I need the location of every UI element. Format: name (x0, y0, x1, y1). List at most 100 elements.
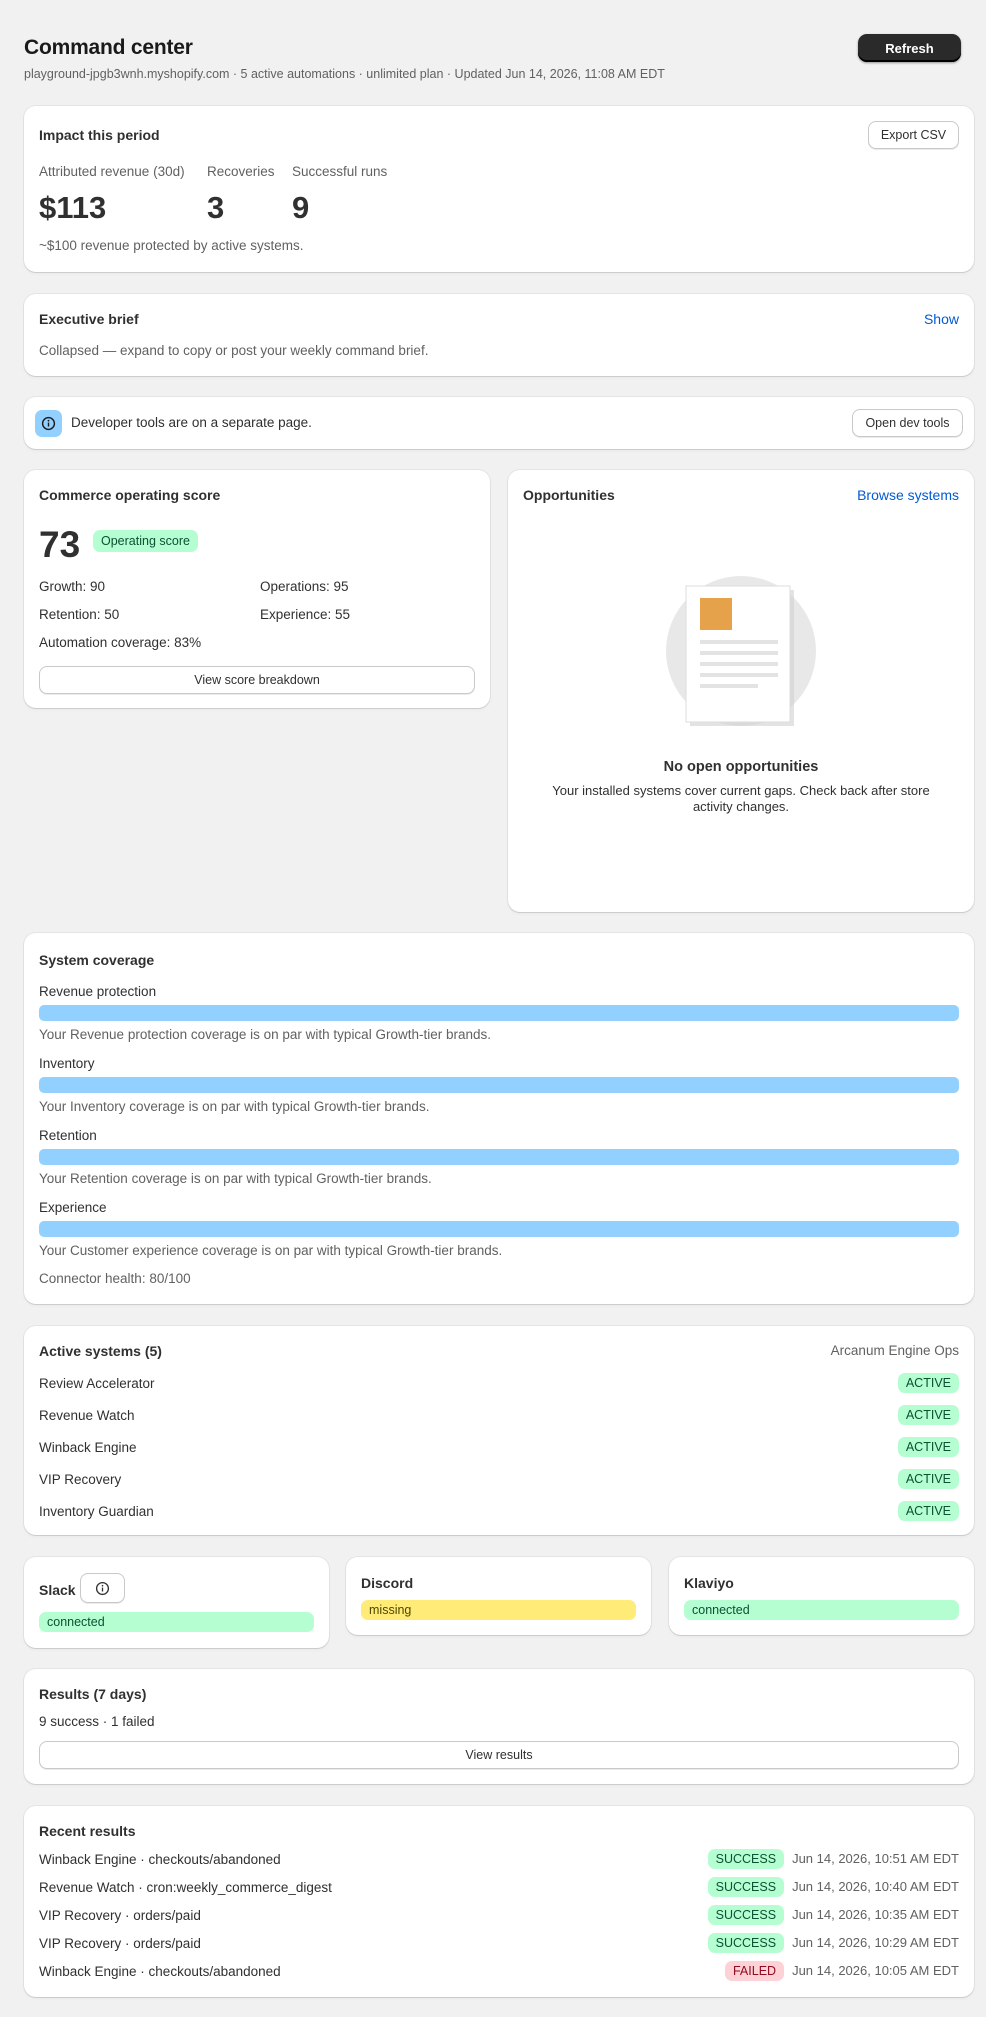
metric-value: 3 (207, 190, 225, 226)
system-name: Inventory Guardian (39, 1504, 154, 1519)
coverage-note: Your Customer experience coverage is on … (39, 1243, 503, 1258)
connector-status: missing (361, 1600, 636, 1620)
status-badge: ACTIVE (897, 1501, 959, 1521)
result-time: Jun 14, 2026, 10:35 AM EDT (792, 1907, 959, 1923)
result-time: Jun 14, 2026, 10:29 AM EDT (792, 1935, 959, 1951)
result-name: Winback Engine · checkouts/abandoned (39, 1964, 281, 1979)
system-name: Review Accelerator (39, 1376, 155, 1391)
connector-name: Slack (39, 1582, 76, 1598)
results-title: Results (7 days) (39, 1686, 147, 1702)
metric-recoveries: Recoveries 3 (207, 163, 275, 229)
result-name: Revenue Watch · cron:weekly_commerce_dig… (39, 1880, 332, 1895)
connector-card-klaviyo: Klaviyo connected (669, 1557, 974, 1635)
status-badge: SUCCESS (707, 1849, 785, 1869)
coverage-bar-fill (39, 1077, 959, 1093)
page-header: Command center playground-jpgb3wnh.mysho… (24, 34, 976, 84)
system-name: Winback Engine (39, 1440, 137, 1455)
coverage-bar-fill (39, 1149, 959, 1165)
result-meta: SUCCESS Jun 14, 2026, 10:35 AM EDT (707, 1905, 959, 1925)
coverage-note: Your Revenue protection coverage is on p… (39, 1027, 491, 1042)
result-meta: SUCCESS Jun 14, 2026, 10:40 AM EDT (707, 1877, 959, 1897)
active-systems-title: Active systems (5) (39, 1343, 162, 1359)
results-card: Results (7 days) 9 success · 1 failed Vi… (24, 1669, 974, 1784)
status-badge: ACTIVE (897, 1437, 959, 1457)
devtools-banner: Developer tools are on a separate page. … (24, 397, 974, 449)
status-badge: SUCCESS (707, 1933, 785, 1953)
status-badge: ACTIVE (897, 1469, 959, 1489)
result-time: Jun 14, 2026, 10:40 AM EDT (792, 1879, 959, 1895)
brief-text: Collapsed — expand to copy or post your … (39, 343, 429, 358)
connector-status: connected (39, 1612, 314, 1632)
status-badge: ACTIVE (897, 1373, 959, 1393)
coverage-bar-fill (39, 1005, 959, 1021)
coverage-bar (39, 1221, 959, 1237)
impact-note: ~$100 revenue protected by active system… (39, 238, 304, 253)
view-score-breakdown-button[interactable]: View score breakdown (39, 666, 475, 694)
operating-score-card: Commerce operating score 73 Operating sc… (24, 470, 490, 708)
result-time: Jun 14, 2026, 10:51 AM EDT (792, 1851, 959, 1867)
result-meta: SUCCESS Jun 14, 2026, 10:51 AM EDT (707, 1849, 959, 1869)
command-center-page: Command center playground-jpgb3wnh.mysho… (0, 0, 986, 2017)
view-results-button[interactable]: View results (39, 1741, 959, 1769)
empty-state-title: No open opportunities (663, 759, 819, 775)
metric-revenue: Attributed revenue (30d) $113 (39, 163, 185, 229)
impact-title: Impact this period (39, 127, 160, 143)
score-experience: Experience: 55 (260, 607, 351, 622)
metric-value: 9 (292, 190, 310, 226)
automation-coverage: Automation coverage: 83% (39, 635, 202, 650)
empty-state-text: Your installed systems cover current gap… (552, 783, 930, 815)
connector-status: connected (684, 1600, 959, 1620)
score-retention: Retention: 50 (39, 607, 120, 622)
executive-brief-card: Executive brief Show Collapsed — expand … (24, 294, 974, 376)
score-badge: Operating score (93, 530, 198, 552)
status-badge: SUCCESS (707, 1877, 785, 1897)
results-summary: 9 success · 1 failed (39, 1714, 155, 1729)
browse-systems-link[interactable]: Browse systems (857, 486, 959, 505)
recent-results-title: Recent results (39, 1823, 136, 1839)
connector-name: Klaviyo (684, 1575, 734, 1591)
metric-label: Successful runs (292, 164, 388, 179)
brief-show-link[interactable]: Show (924, 310, 959, 329)
opportunities-card: Opportunities Browse systems No open opp… (508, 470, 974, 912)
open-dev-tools-button[interactable]: Open dev tools (852, 409, 963, 437)
status-badge: ACTIVE (897, 1405, 959, 1425)
result-name: Winback Engine · checkouts/abandoned (39, 1852, 281, 1867)
refresh-button[interactable]: Refresh (858, 34, 961, 62)
score-operations: Operations: 95 (260, 579, 349, 594)
coverage-note: Your Retention coverage is on par with t… (39, 1171, 432, 1186)
metric-label: Attributed revenue (30d) (39, 164, 185, 179)
status-badge: SUCCESS (707, 1905, 785, 1925)
page-subtitle: playground-jpgb3wnh.myshopify.com · 5 ac… (24, 67, 665, 82)
page-title: Command center (24, 36, 193, 59)
info-icon (35, 410, 62, 437)
metric-value: $113 (39, 190, 107, 226)
system-name: VIP Recovery (39, 1472, 122, 1487)
coverage-label: Experience (39, 1200, 107, 1215)
result-name: VIP Recovery · orders/paid (39, 1908, 201, 1923)
active-systems-owner: Arcanum Engine Ops (830, 1343, 959, 1358)
score-growth: Growth: 90 (39, 579, 106, 594)
score-title: Commerce operating score (39, 487, 221, 503)
devtools-text: Developer tools are on a separate page. (71, 415, 312, 430)
status-badge: FAILED (724, 1961, 785, 1981)
metric-successful-runs: Successful runs 9 (292, 163, 387, 229)
system-coverage-card: System coverage Revenue protection Your … (24, 933, 974, 1304)
recent-results-card: Recent results Winback Engine · checkout… (24, 1806, 974, 1997)
info-icon (95, 1581, 110, 1595)
result-meta: SUCCESS Jun 14, 2026, 10:29 AM EDT (707, 1933, 959, 1953)
result-meta: FAILED Jun 14, 2026, 10:05 AM EDT (724, 1961, 959, 1981)
coverage-label: Revenue protection (39, 984, 157, 999)
brief-title: Executive brief (39, 311, 139, 327)
coverage-bar (39, 1077, 959, 1093)
opportunities-title: Opportunities (523, 487, 615, 503)
coverage-note: Your Inventory coverage is on par with t… (39, 1099, 430, 1114)
export-csv-button[interactable]: Export CSV (868, 121, 959, 149)
active-systems-card: Active systems (5) Arcanum Engine Ops Re… (24, 1326, 974, 1535)
coverage-label: Retention (39, 1128, 97, 1143)
score-value: 73 (39, 524, 81, 565)
connector-card-discord: Discord missing (346, 1557, 651, 1635)
empty-state-illustration (666, 576, 816, 726)
slack-info-button[interactable] (80, 1573, 125, 1603)
coverage-bar (39, 1005, 959, 1021)
connector-card-slack: Slack connected (24, 1557, 329, 1648)
